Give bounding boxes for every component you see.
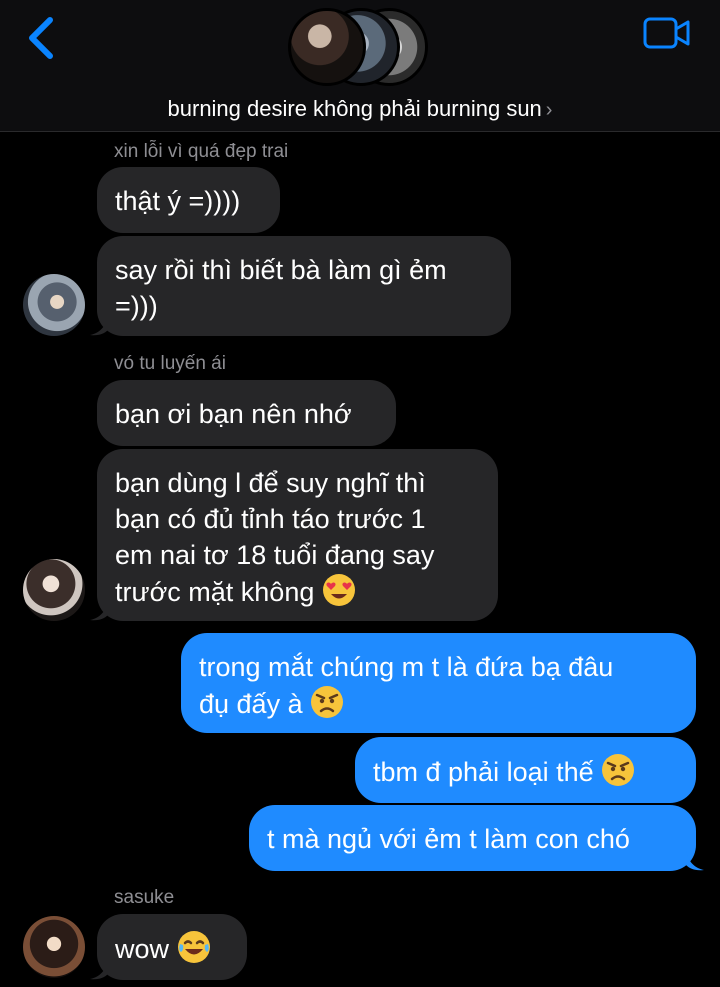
message-text: bạn ơi bạn nên nhớ <box>115 399 352 429</box>
avatar[interactable] <box>23 274 85 336</box>
heart-eyes-emoji-icon <box>322 574 355 606</box>
incoming-message-bubble[interactable]: thật ý =)))) <box>97 167 280 233</box>
angry-face-emoji-icon <box>311 686 344 718</box>
group-avatar-stack[interactable] <box>288 8 432 90</box>
sender-name: vó tu luyến ái <box>114 353 226 374</box>
message-text: tbm đ phải loại thế <box>373 757 594 787</box>
video-camera-icon[interactable] <box>642 14 692 52</box>
sender-name: sasuke <box>114 887 175 908</box>
group-avatar <box>288 8 366 86</box>
outgoing-message-bubble[interactable]: trong mắt chúng m t là đứa bạ đâu đụ đấy… <box>181 633 696 733</box>
conversation-header: burning desire không phải burning sun › <box>0 0 720 132</box>
sender-name: xin lỗi vì quá đẹp trai <box>114 141 289 162</box>
incoming-message-bubble[interactable]: wow <box>97 914 247 980</box>
incoming-message-bubble[interactable]: bạn dùng l để suy nghĩ thì bạn có đủ tỉn… <box>97 449 498 621</box>
bubble-tail <box>686 851 704 871</box>
message-text: trước mặt không <box>115 577 315 607</box>
message-text: bạn có đủ tỉnh táo trước 1 <box>115 504 426 534</box>
message-text: thật ý =)))) <box>115 186 241 216</box>
message-text: em nai tơ 18 tuổi đang say <box>115 540 435 570</box>
bubble-tail <box>90 601 108 621</box>
bubble-tail <box>90 316 108 336</box>
message-text: t mà ngủ với ẻm t làm con chó <box>267 824 630 854</box>
message-text: say rồi thì biết bà làm gì ẻm <box>115 255 447 285</box>
message-text: bạn dùng l để suy nghĩ thì <box>115 468 426 498</box>
conversation-title[interactable]: burning desire không phải burning sun › <box>0 96 720 122</box>
message-text: trong mắt chúng m t là đứa bạ đâu <box>199 652 614 682</box>
chevron-left-icon[interactable] <box>22 14 62 62</box>
message-text: đụ đấy à <box>199 689 303 719</box>
incoming-message-bubble[interactable]: say rồi thì biết bà làm gì ẻm =))) <box>97 236 511 336</box>
bubble-tail <box>90 960 108 980</box>
conversation-title-text: burning desire không phải burning sun <box>167 96 542 121</box>
incoming-message-bubble[interactable]: bạn ơi bạn nên nhớ <box>97 380 396 446</box>
message-text: wow <box>115 934 170 964</box>
chevron-right-icon: › <box>545 99 553 121</box>
outgoing-message-bubble[interactable]: t mà ngủ với ẻm t làm con chó <box>249 805 696 871</box>
avatar[interactable] <box>23 559 85 621</box>
angry-face-emoji-icon <box>602 754 635 786</box>
message-text: =))) <box>115 291 158 321</box>
tears-of-joy-emoji-icon <box>177 931 210 963</box>
avatar[interactable] <box>23 916 85 978</box>
outgoing-message-bubble[interactable]: tbm đ phải loại thế <box>355 737 696 803</box>
